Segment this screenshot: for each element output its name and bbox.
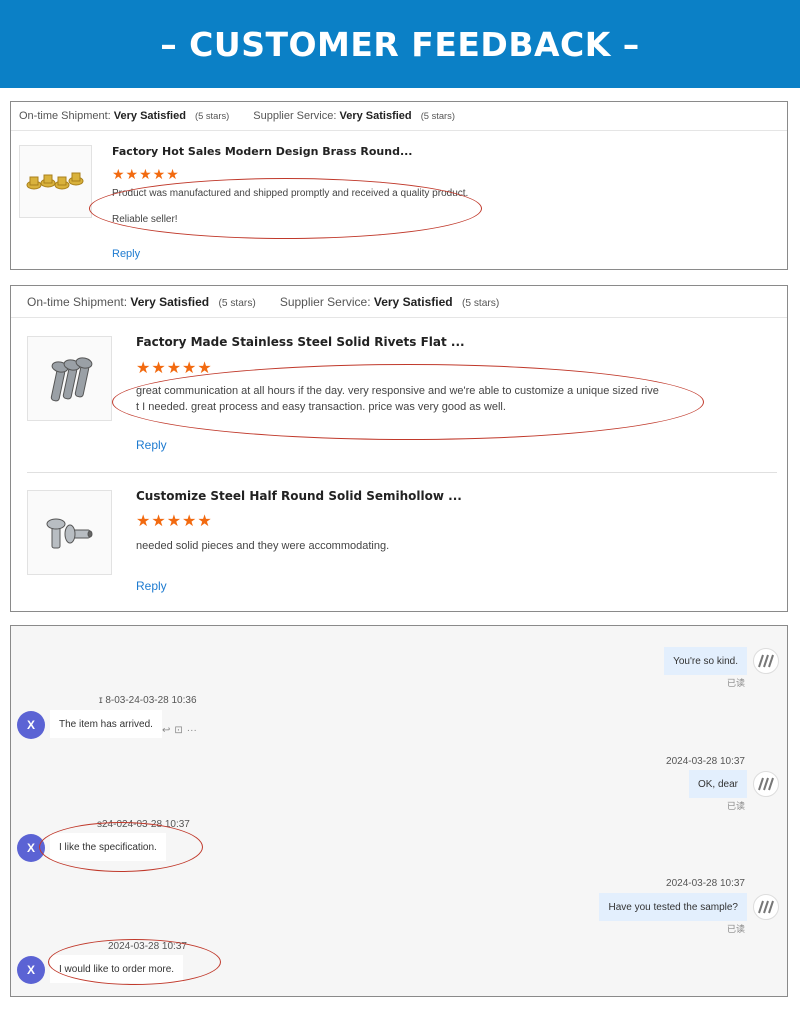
message-timestamp: 2024-03-28 10:37 (666, 756, 745, 767)
service-value: Very Satisfied (373, 294, 453, 309)
star-rating: ★★★★★ (136, 360, 213, 377)
steel-rivets-icon (50, 356, 92, 401)
review-text-line-1: Product was manufactured and shipped pro… (112, 188, 469, 199)
product-thumbnail[interactable] (27, 490, 112, 575)
shipment-value: Very Satisfied (130, 294, 210, 309)
shipment-value: Very Satisfied (113, 110, 186, 122)
review-card-2: On-time Shipment: Very Satisfied (5 star… (10, 285, 788, 612)
product-thumbnail[interactable] (19, 145, 92, 218)
service-label: Supplier Service: (253, 110, 337, 122)
service-stars-note: (5 stars) (461, 297, 500, 309)
outgoing-message[interactable]: You're so kind. (664, 647, 747, 675)
review-text-line-1: needed solid pieces and they were accomm… (136, 540, 390, 552)
reply-link[interactable]: Reply (136, 438, 167, 452)
rating-summary-bar: On-time Shipment: Very Satisfied (5 star… (11, 102, 787, 131)
reply-link[interactable]: Reply (136, 579, 167, 593)
outgoing-message[interactable]: OK, dear (688, 770, 747, 798)
product-title[interactable]: Customize Steel Half Round Solid Semihol… (136, 489, 462, 503)
seller-avatar (753, 771, 779, 797)
shipment-label: On-time Shipment: (19, 110, 111, 122)
read-status: 已读 (726, 924, 745, 934)
header-banner: – CUSTOMER FEEDBACK – (0, 0, 800, 88)
service-rating: Supplier Service: Very Satisfied (5 star… (280, 295, 499, 309)
incoming-message[interactable]: The item has arrived. (50, 710, 162, 738)
reply-icon[interactable]: ↩ (162, 725, 170, 736)
review-card-1: On-time Shipment: Very Satisfied (5 star… (10, 101, 788, 270)
service-value: Very Satisfied (339, 110, 412, 122)
rivets-avatar-icon (758, 900, 774, 914)
review-text-line-2: t I needed. great process and easy trans… (136, 401, 506, 413)
read-status: 已读 (726, 678, 745, 688)
star-rating: ★★★★★ (136, 513, 213, 530)
read-status: 已读 (726, 801, 745, 811)
quote-icon[interactable]: ⊡ (174, 725, 182, 736)
shipment-label: On-time Shipment: (27, 294, 128, 309)
message-timestamp: 2024-03-28 10:37 (666, 878, 745, 889)
review-text-line-1: great communication at all hours if the … (136, 385, 659, 397)
buyer-avatar: X (17, 711, 45, 739)
service-rating: Supplier Service: Very Satisfied (5 star… (253, 110, 455, 122)
page-title: – CUSTOMER FEEDBACK – (160, 24, 640, 64)
shipment-rating: On-time Shipment: Very Satisfied (5 star… (27, 295, 256, 309)
semihollow-rivets-icon (46, 518, 92, 548)
service-stars-note: (5 stars) (420, 111, 455, 121)
product-thumbnail[interactable] (27, 336, 112, 421)
chat-panel: You're so kind. 已读 ɪ 8-03-24-03-28 10:36… (10, 625, 788, 997)
brass-rivets-icon (26, 172, 83, 189)
rivets-avatar-icon (758, 654, 774, 668)
shipment-rating: On-time Shipment: Very Satisfied (5 star… (19, 110, 229, 122)
incoming-message[interactable]: I like the specification. (50, 833, 166, 861)
rivets-avatar-icon (758, 777, 774, 791)
reply-link[interactable]: Reply (112, 248, 140, 260)
service-label: Supplier Service: (279, 294, 371, 309)
rating-summary-bar: On-time Shipment: Very Satisfied (5 star… (11, 286, 787, 318)
buyer-avatar: X (17, 834, 45, 862)
product-title[interactable]: Factory Made Stainless Steel Solid Rivet… (136, 335, 465, 349)
star-rating: ★★★★★ (112, 166, 180, 182)
incoming-message[interactable]: I would like to order more. (50, 955, 184, 983)
review-item: Customize Steel Half Round Solid Semihol… (11, 473, 787, 613)
message-timestamp: 2024-03-28 10:37 (108, 941, 187, 952)
product-title[interactable]: Factory Hot Sales Modern Design Brass Ro… (112, 145, 412, 158)
buyer-avatar: X (17, 956, 45, 984)
seller-avatar (753, 648, 779, 674)
seller-avatar (753, 894, 779, 920)
review-item: Factory Hot Sales Modern Design Brass Ro… (11, 131, 787, 269)
shipment-stars-note: (5 stars) (218, 297, 256, 309)
message-actions: ↩ ⊡ ··· (162, 725, 197, 736)
review-item: Factory Made Stainless Steel Solid Rivet… (11, 318, 787, 473)
message-timestamp: ɪ 8-03-24-03-28 10:36 (99, 695, 197, 706)
shipment-stars-note: (5 stars) (194, 111, 230, 121)
message-timestamp: s24-024-03-28 10:37 (97, 819, 190, 830)
review-text-line-2: Reliable seller! (112, 214, 178, 225)
more-icon[interactable]: ··· (187, 725, 197, 736)
outgoing-message[interactable]: Have you tested the sample? (599, 893, 747, 921)
